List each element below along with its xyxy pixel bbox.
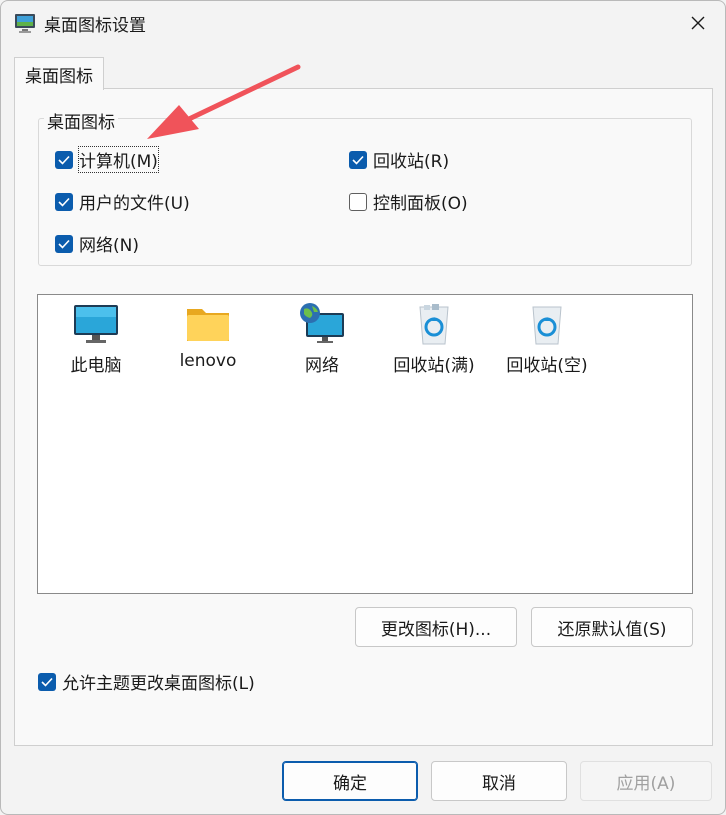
cancel-button[interactable]: 取消	[431, 761, 567, 801]
recycle-bin-checkbox-label: 回收站(R)	[373, 152, 450, 172]
allow-theme-checkbox[interactable]: 允许主题更改桌面图标(L)	[38, 669, 255, 694]
checkbox-unchecked-icon	[349, 192, 367, 211]
apply-button[interactable]: 应用(A)	[580, 761, 712, 801]
icon-label: 此电脑	[70, 356, 122, 376]
allow-theme-checkbox-label: 允许主题更改桌面图标(L)	[62, 674, 255, 694]
recycle-bin-checkbox[interactable]: 回收站(R)	[349, 147, 449, 172]
recycle-bin-full-icon	[410, 303, 458, 345]
display-settings-icon	[13, 11, 37, 35]
user-files-checkbox-label: 用户的文件(U)	[79, 194, 190, 214]
network-checkbox-label: 网络(N)	[79, 236, 139, 256]
ok-button-label: 确定	[333, 773, 367, 794]
title-bar: 桌面图标设置	[1, 1, 725, 45]
tab-desktop-icons[interactable]: 桌面图标	[14, 57, 104, 90]
checkbox-checked-icon	[55, 234, 73, 253]
icon-label: 网络	[305, 356, 339, 376]
group-legend: 桌面图标	[44, 108, 118, 133]
change-icon-button[interactable]: 更改图标(H)...	[355, 607, 517, 647]
checkbox-checked-icon	[349, 150, 367, 169]
checkbox-checked-icon	[55, 150, 73, 169]
network-checkbox[interactable]: 网络(N)	[55, 231, 139, 256]
window-title: 桌面图标设置	[44, 16, 146, 36]
checkbox-checked-icon	[38, 672, 56, 691]
checkbox-checked-icon	[55, 192, 73, 211]
icon-label: 回收站(满)	[393, 356, 475, 376]
list-item[interactable]: 网络	[267, 303, 377, 376]
recycle-bin-empty-icon	[523, 303, 571, 345]
icon-label: lenovo	[179, 351, 237, 371]
control-panel-checkbox-label: 控制面板(O)	[373, 194, 468, 214]
icon-list[interactable]: 此电脑 lenovo 网络 回收站(满) 回收站(空)	[37, 294, 693, 594]
restore-default-button[interactable]: 还原默认值(S)	[531, 607, 693, 647]
close-button[interactable]	[671, 1, 725, 45]
icon-label: 回收站(空)	[506, 356, 588, 376]
ok-button[interactable]: 确定	[282, 761, 418, 801]
computer-icon	[72, 303, 120, 345]
computer-checkbox-label: 计算机(M)	[78, 146, 159, 173]
cancel-button-label: 取消	[482, 773, 516, 794]
list-item[interactable]: 回收站(空)	[492, 303, 602, 376]
close-icon	[691, 16, 705, 30]
tab-label: 桌面图标	[25, 66, 93, 87]
folder-icon	[184, 303, 232, 345]
restore-default-button-label: 还原默认值(S)	[557, 619, 667, 640]
control-panel-checkbox[interactable]: 控制面板(O)	[349, 189, 468, 214]
list-item[interactable]: 回收站(满)	[379, 303, 489, 376]
change-icon-button-label: 更改图标(H)...	[380, 619, 492, 640]
list-item[interactable]: lenovo	[153, 303, 263, 371]
network-icon	[298, 303, 346, 345]
desktop-icon-settings-dialog: 桌面图标设置 桌面图标 桌面图标 计算机(M) 回收站(R) 用户的文件(U)	[0, 0, 726, 815]
user-files-checkbox[interactable]: 用户的文件(U)	[55, 189, 190, 214]
list-item[interactable]: 此电脑	[41, 303, 151, 376]
computer-checkbox[interactable]: 计算机(M)	[55, 146, 159, 173]
apply-button-label: 应用(A)	[616, 773, 676, 794]
